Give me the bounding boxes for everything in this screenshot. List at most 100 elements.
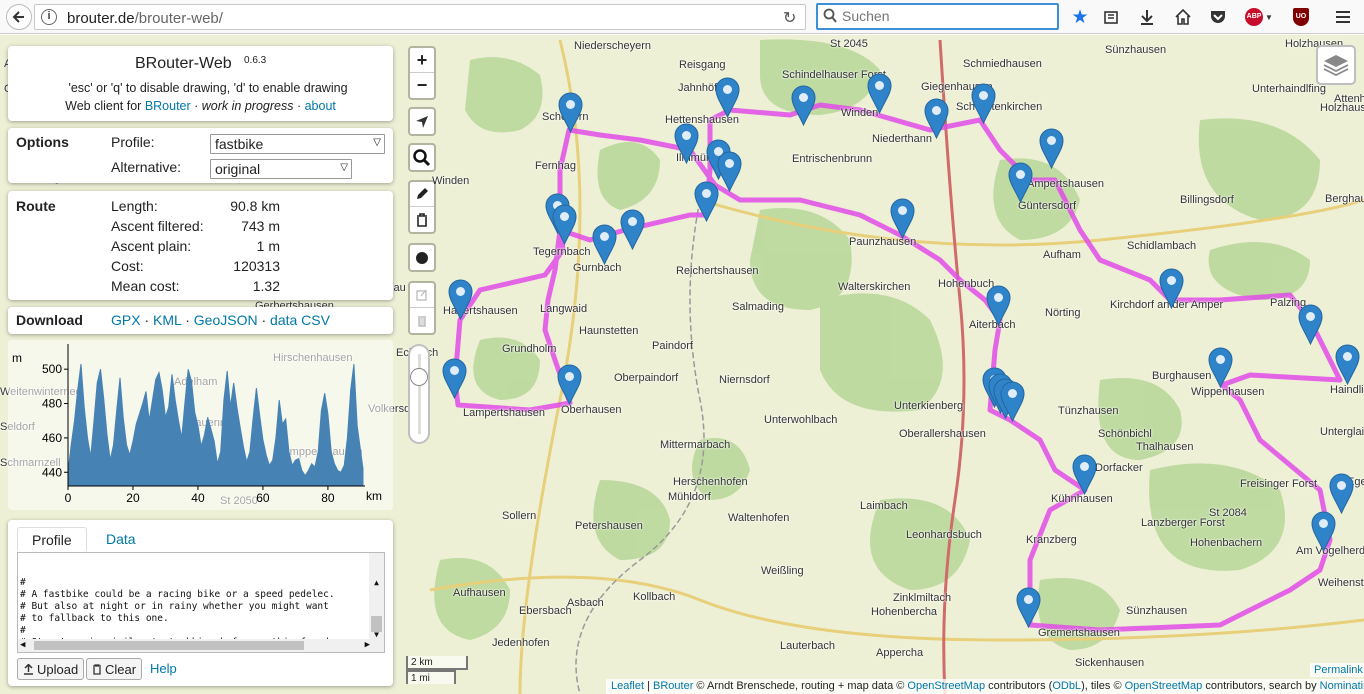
adblock-icon[interactable]: ABP ▼ xyxy=(1244,4,1274,30)
reading-list-icon[interactable] xyxy=(1100,4,1122,30)
y-tick-label: 480 xyxy=(42,397,62,411)
upload-button[interactable]: Upload xyxy=(17,658,85,680)
pencil-icon[interactable] xyxy=(410,182,434,207)
attribution-link[interactable]: OpenStreetMap xyxy=(907,680,985,692)
permalink-link[interactable]: Permalink xyxy=(1314,664,1363,676)
place-label: Kranzberg xyxy=(1026,534,1077,546)
search-icon xyxy=(823,8,837,27)
map-search-icon[interactable] xyxy=(410,145,434,170)
client-prefix: Web client for xyxy=(65,99,142,113)
opacity-slider[interactable] xyxy=(408,344,430,444)
profile-select[interactable]: fastbike ▽ xyxy=(210,134,385,154)
place-label: Niederthann xyxy=(872,133,932,145)
profile-textarea[interactable]: # # A fastbike could be a racing bike or … xyxy=(17,552,385,653)
zoom-control: + − xyxy=(408,46,436,100)
upload-icon xyxy=(24,663,33,675)
about-link[interactable]: about xyxy=(305,99,336,113)
bookmark-star-icon[interactable]: ★ xyxy=(1068,4,1092,30)
delete-icon[interactable] xyxy=(410,308,434,333)
waypoint-dot-icon[interactable] xyxy=(410,245,434,270)
place-label: Herschenhofen xyxy=(673,476,748,488)
brouter-link[interactable]: BRouter xyxy=(145,99,191,113)
layers-button[interactable] xyxy=(1316,45,1356,85)
options-title: Options xyxy=(16,134,69,150)
place-label: Winden xyxy=(432,175,470,187)
route-stats-panel: Route Length: 90.8 km Ascent filtered: 743 … xyxy=(8,191,393,300)
browser-search-field[interactable] xyxy=(816,3,1059,30)
scroll-thumb[interactable] xyxy=(34,641,304,650)
y-tick-label: 440 xyxy=(42,465,62,479)
alternative-label: Alternative: xyxy=(111,159,182,175)
place-label: Oberallershausen xyxy=(899,428,986,440)
clear-label: Clear xyxy=(105,661,137,677)
trash-icon[interactable] xyxy=(410,207,434,232)
permalink[interactable]: Permalink xyxy=(1310,663,1364,677)
download-icon[interactable] xyxy=(1136,4,1158,30)
home-icon[interactable] xyxy=(1172,4,1194,30)
attribution-link[interactable]: Leaflet xyxy=(611,680,644,692)
place-label: Ebersbach xyxy=(519,605,572,617)
route-stat-label: Length: xyxy=(111,198,158,214)
download-link-kml[interactable]: KML xyxy=(153,312,181,328)
place-label: Burghausen xyxy=(1152,370,1212,382)
place-label: Nörting xyxy=(1045,307,1081,319)
attribution-link[interactable]: OpenStreetMap xyxy=(1125,680,1203,692)
place-label: Asbach xyxy=(567,597,604,609)
attribution-link[interactable]: BRouter xyxy=(653,680,693,692)
horizontal-scrollbar[interactable]: ◀ ▶ xyxy=(18,639,384,652)
route-title: Route xyxy=(16,198,56,214)
slider-handle[interactable] xyxy=(410,368,428,386)
y-axis-unit: m xyxy=(12,351,22,365)
draw-control xyxy=(408,180,436,234)
place-label: Unterkienberg xyxy=(894,400,964,412)
tab-data[interactable]: Data xyxy=(92,527,150,551)
ublock-icon[interactable]: UO xyxy=(1290,4,1312,30)
chevron-down-icon: ▼ xyxy=(1265,12,1273,22)
place-label: Mittermarbach xyxy=(660,439,731,451)
download-links: GPX · KML · GeoJSON · data CSV xyxy=(111,312,330,328)
place-label: Tünzhausen xyxy=(1058,405,1119,417)
place-label: Sollern xyxy=(502,510,537,522)
place-label: Schidlambach xyxy=(1127,240,1197,252)
map-attribution: Leaflet | BRouter © Arndt Brenschede, ro… xyxy=(606,679,1364,694)
reload-icon[interactable]: ↻ xyxy=(783,8,796,28)
vertical-scrollbar[interactable]: ▲ ▼ xyxy=(369,553,384,641)
browser-search-input[interactable] xyxy=(842,8,1042,24)
place-label: Ampertshausen xyxy=(1027,178,1105,190)
tab-profile[interactable]: Profile xyxy=(17,527,87,551)
download-link-gpx[interactable]: GPX xyxy=(111,312,141,328)
place-label: Sickenhausen xyxy=(1075,657,1145,669)
attribution-link[interactable]: ODbL xyxy=(1052,680,1081,692)
info-icon[interactable]: i xyxy=(41,9,57,25)
scale-bar: 2 km 1 mi xyxy=(406,656,468,684)
locate-icon[interactable] xyxy=(410,109,434,134)
zoom-out-button[interactable]: − xyxy=(410,73,434,98)
profile-line: # A fastbike could be a racing bike or a… xyxy=(20,589,335,600)
attribution-link[interactable]: Nominatim xyxy=(1320,680,1364,692)
place-label: Billingsdorf xyxy=(1180,194,1234,206)
zoom-in-button[interactable]: + xyxy=(410,48,434,73)
scroll-up-icon[interactable]: ▲ xyxy=(369,577,384,589)
place-label: Berghausen xyxy=(1325,193,1364,205)
place-label: Fernhag xyxy=(535,160,576,172)
place-label: Mühldorf xyxy=(668,491,711,503)
scroll-right-icon[interactable]: ▶ xyxy=(365,639,370,651)
clear-button[interactable]: Clear xyxy=(86,658,143,680)
back-icon[interactable] xyxy=(6,4,32,30)
y-tick-label: 460 xyxy=(42,431,62,445)
elevation-profile[interactable]: 0 20 40 60 80 440 460 480 500 m km xyxy=(8,340,393,510)
place-label: Attenhausen xyxy=(1334,93,1364,105)
pocket-icon[interactable] xyxy=(1207,4,1229,30)
trash-icon xyxy=(93,663,101,675)
scroll-left-icon[interactable]: ◀ xyxy=(20,639,25,651)
alternative-select[interactable]: original ▽ xyxy=(210,159,352,179)
help-link[interactable]: Help xyxy=(150,661,177,676)
url-bar[interactable]: i brouter.de/brouter-web/ ↻ xyxy=(34,4,806,30)
menu-icon[interactable] xyxy=(1332,4,1354,30)
download-link-geojson[interactable]: GeoJSON xyxy=(194,312,258,328)
edit-icon[interactable] xyxy=(410,283,434,308)
place-label: Laimbach xyxy=(860,500,908,512)
download-sep: · xyxy=(181,312,194,328)
place-label: Grundholm xyxy=(502,343,557,355)
download-link-data-csv[interactable]: data CSV xyxy=(270,312,330,328)
